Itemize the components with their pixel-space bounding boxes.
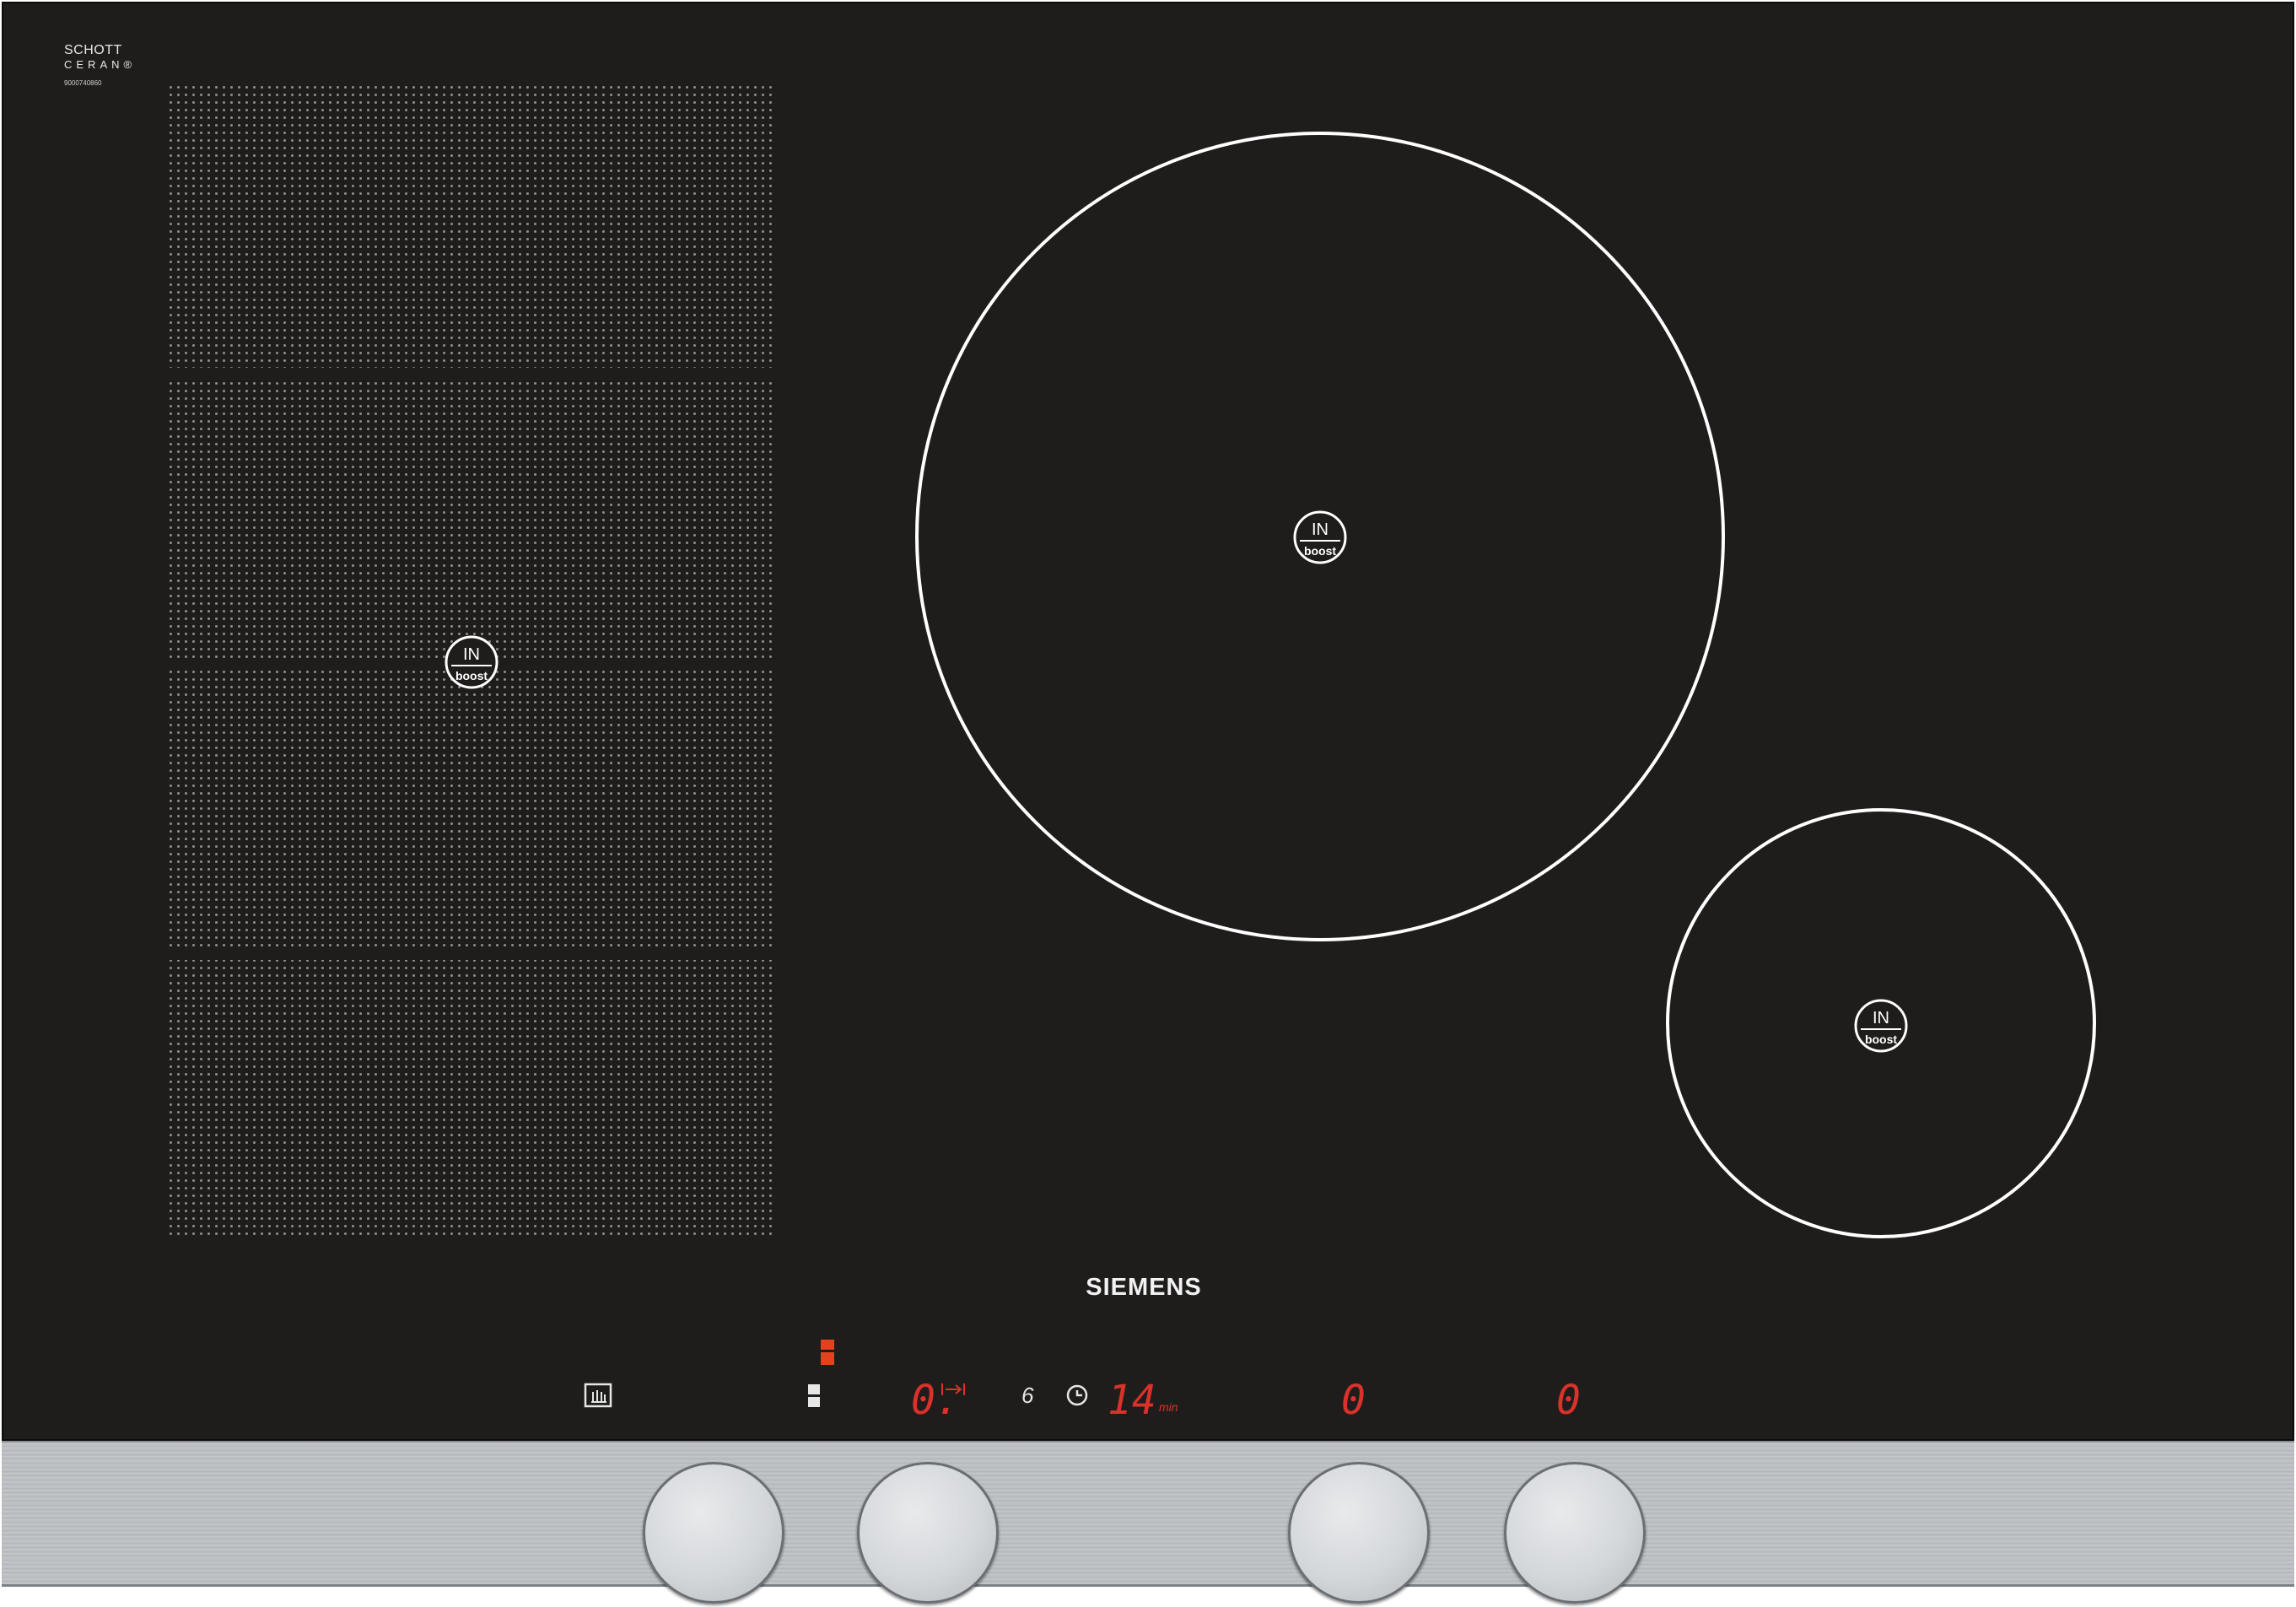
flex-zone-section-4[interactable] <box>169 960 776 1237</box>
flex-zone-section-3[interactable] <box>169 669 776 951</box>
boost-badge-boost: boost <box>1865 1033 1897 1046</box>
control-knob-3[interactable] <box>1288 1462 1430 1604</box>
flex-zone-section-1[interactable] <box>169 86 776 368</box>
boost-badge-flex: IN boost <box>445 635 499 689</box>
control-knob-2[interactable] <box>857 1462 999 1604</box>
flex-zone-section-2[interactable] <box>169 378 776 660</box>
brand-logo: SIEMENS <box>1086 1274 1202 1301</box>
boost-badge-large: IN boost <box>1293 510 1347 564</box>
boost-badge-boost: boost <box>1304 544 1336 558</box>
power-level-indicator: 6 <box>1021 1383 1034 1408</box>
control-knob-1[interactable] <box>643 1462 784 1604</box>
zone4-display[interactable]: 0 <box>1556 1380 1581 1421</box>
induction-hob: SCHOTT CERAN® 9000740860 IN boost IN boo… <box>0 0 2296 1607</box>
boost-badge-in: IN <box>1312 520 1329 539</box>
cooktop-graphics: IN boost IN boost IN boost <box>169 86 2096 1408</box>
boost-badge-small: IN boost <box>1854 999 1908 1053</box>
boost-badge-in: IN <box>1873 1009 1889 1027</box>
stainless-steel-control-strip <box>2 1441 2294 1587</box>
control-knob-4[interactable] <box>1504 1462 1646 1604</box>
child-lock-icon[interactable] <box>584 1383 612 1408</box>
boost-badge-in: IN <box>463 645 480 664</box>
zone-level-display[interactable]: 0. <box>911 1380 960 1421</box>
timer-display[interactable]: 14 <box>1108 1380 1156 1421</box>
boost-badge-boost: boost <box>455 669 488 682</box>
timer-unit: min <box>1159 1400 1178 1414</box>
zone3-display[interactable]: 0 <box>1341 1380 1366 1421</box>
clock-icon[interactable] <box>1066 1384 1088 1406</box>
flex-zone-indicator-icon[interactable] <box>808 1340 834 1407</box>
